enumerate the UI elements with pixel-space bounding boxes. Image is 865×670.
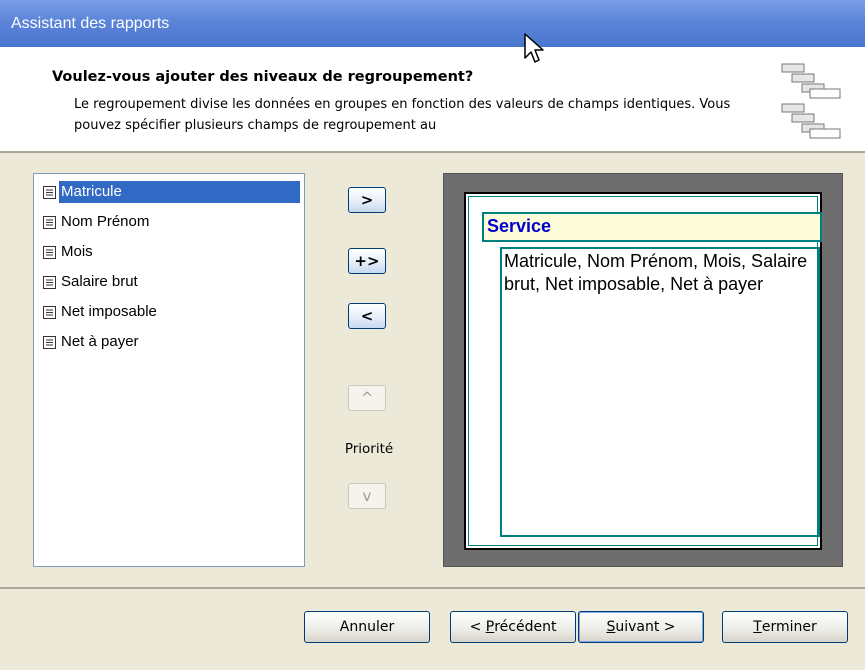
field-label: Net à payer (61, 333, 139, 350)
wizard-description: Le regroupement divise les données en gr… (74, 97, 731, 133)
list-item[interactable]: Net à payer (42, 327, 300, 357)
wizard-question: Voulez-vous ajouter des niveaux de regro… (52, 69, 474, 85)
field-label: Salaire brut (61, 273, 138, 290)
list-item[interactable]: Net imposable (42, 297, 300, 327)
list-item[interactable]: Salaire brut (42, 267, 300, 297)
field-icon (43, 335, 56, 349)
window-title: Assistant des rapports (11, 15, 170, 32)
grouping-preview: Service Matricule, Nom Prénom, Mois, Sal… (443, 173, 843, 567)
priority-up-button[interactable]: ^ (348, 385, 386, 411)
field-icon (43, 275, 56, 289)
next-button[interactable]: Suivant > (578, 611, 704, 643)
next-accesskey: S (606, 619, 616, 635)
field-icon (43, 185, 56, 199)
remove-group-button[interactable]: < (348, 303, 386, 329)
priority-down-button[interactable]: v (348, 483, 386, 509)
previous-accesskey: P (485, 619, 495, 635)
footer-divider (0, 587, 865, 589)
list-item[interactable]: Mois (42, 237, 300, 267)
grouping-levels-icon (781, 63, 841, 139)
add-all-button[interactable]: +> (348, 248, 386, 274)
group-header-band[interactable]: Service (482, 212, 822, 242)
finish-label: erminer (761, 619, 817, 635)
field-label: Mois (61, 243, 93, 260)
field-icon (43, 245, 56, 259)
window-titlebar: Assistant des rapports (0, 0, 865, 47)
list-item[interactable]: Matricule (42, 177, 300, 207)
cancel-label: Annuler (339, 619, 395, 635)
list-item[interactable]: Nom Prénom (42, 207, 300, 237)
finish-accesskey: T (753, 619, 762, 635)
previous-prefix: < (469, 619, 486, 635)
preview-page: Service Matricule, Nom Prénom, Mois, Sal… (464, 192, 822, 550)
mouse-cursor-icon (524, 33, 544, 63)
header-divider (0, 151, 865, 153)
field-label: Nom Prénom (61, 213, 150, 230)
field-label: Net imposable (61, 303, 157, 320)
add-group-button[interactable]: > (348, 187, 386, 213)
finish-button[interactable]: Terminer (722, 611, 848, 643)
field-icon (43, 215, 56, 229)
previous-label: récédent (494, 619, 557, 635)
available-fields-list[interactable]: Matricule Nom Prénom Mois Salaire brut N… (33, 173, 305, 567)
field-icon (43, 305, 56, 319)
priority-label: Priorité (344, 441, 394, 457)
previous-button[interactable]: < Précédent (450, 611, 576, 643)
next-label: uivant > (615, 619, 676, 635)
field-label: Matricule (59, 181, 300, 203)
cancel-button[interactable]: Annuler (304, 611, 430, 643)
detail-fields-box: Matricule, Nom Prénom, Mois, Salaire bru… (500, 247, 820, 537)
